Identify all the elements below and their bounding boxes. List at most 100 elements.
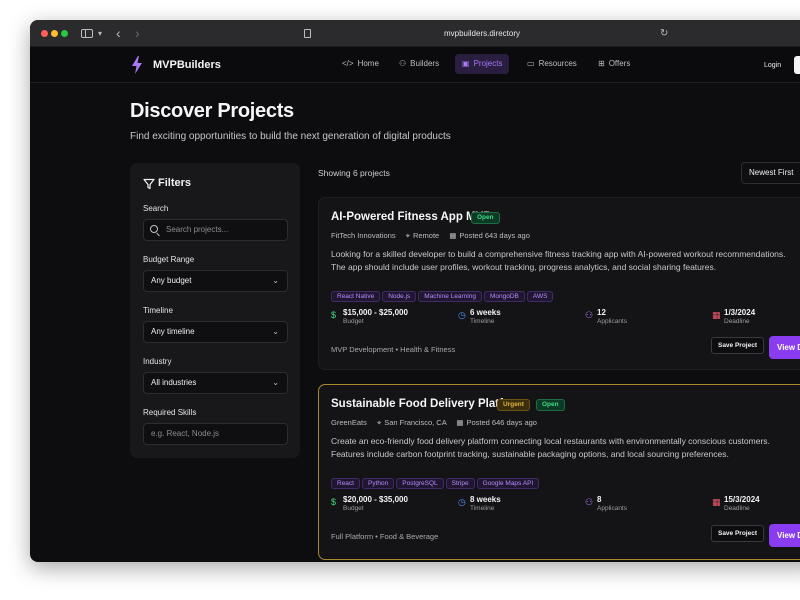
skill-tag: MongoDB [483, 291, 525, 302]
industry-label: Industry [143, 357, 172, 366]
users-icon: ⚇ [399, 59, 407, 68]
skill-tag: React Native [331, 291, 381, 302]
site-navbar: MVPBuilders </> Home ⚇ Builders ▣ Projects … [30, 47, 800, 83]
skill-tag: AWS [526, 291, 554, 302]
nav-offers[interactable]: ⊞ Offers [591, 54, 637, 74]
nav-projects-label: Projects [473, 59, 503, 68]
location: Remote [412, 231, 440, 240]
timeline-label: Timeline [470, 318, 495, 325]
posted-date: Posted 643 days ago [459, 231, 530, 240]
signup-button[interactable] [794, 56, 800, 74]
calendar-icon: ▦ [712, 310, 721, 320]
nav-projects[interactable]: ▣ Projects [455, 54, 510, 74]
project-description: Looking for a skilled developer to build… [331, 248, 800, 274]
results-count: Showing 6 projects [318, 168, 390, 178]
dollar-icon: $ [331, 310, 337, 320]
deadline-value: 1/3/2024 [724, 308, 756, 317]
budget-select[interactable]: Any budget ⌄ [143, 270, 288, 292]
skill-tag: Machine Learning [418, 291, 482, 302]
nav-resources-label: Resources [538, 59, 577, 68]
timeline-select[interactable]: Any timeline ⌄ [143, 321, 288, 343]
location-pin-icon: ⌖ [376, 418, 382, 427]
search-label: Search [143, 204, 169, 213]
code-icon: </> [342, 59, 354, 68]
nav-builders-label: Builders [410, 59, 440, 68]
browser-toolbar: ▾ ‹ › mvpbuilders.directory ↻ [30, 20, 800, 47]
close-window-button[interactable] [41, 30, 48, 37]
project-card[interactable]: AI-Powered Fitness App MVP Open FitTech … [318, 197, 800, 370]
budget-value: Any budget [151, 276, 192, 285]
project-meta: GreenEats ⌖ San Francisco, CA ▦ Posted 646… [331, 418, 537, 428]
search-placeholder: Search projects... [166, 225, 229, 234]
minimize-window-button[interactable] [51, 30, 58, 37]
sidebar-toggle-icon[interactable] [81, 29, 93, 38]
view-details-button[interactable]: View Details [769, 336, 800, 359]
page-title: Discover Projects [130, 100, 294, 122]
forward-arrow-icon[interactable]: › [135, 20, 140, 47]
calendar-icon: ▦ [456, 418, 464, 427]
filter-icon [143, 178, 155, 190]
skills-input[interactable]: e.g. React, Node.js [143, 423, 288, 445]
budget-value: $15,000 - $25,000 [343, 308, 408, 317]
chevron-down-icon: ⌄ [272, 276, 279, 285]
timeline-value: 6 weeks [470, 308, 501, 317]
save-project-button[interactable]: Save Project [711, 525, 764, 542]
project-title[interactable]: Sustainable Food Delivery Platform [331, 398, 525, 410]
nav-home[interactable]: </> Home [335, 54, 386, 74]
zoom-window-button[interactable] [61, 30, 68, 37]
nav-home-label: Home [357, 59, 379, 68]
lightning-logo-icon[interactable] [131, 56, 143, 74]
brand-name[interactable]: MVPBuilders [153, 47, 221, 84]
sort-value: Newest First [749, 168, 794, 177]
login-link[interactable]: Login [764, 47, 781, 84]
deadline-label: Deadline [724, 318, 750, 325]
sort-select[interactable]: Newest First [741, 162, 800, 184]
location-pin-icon: ⌖ [405, 231, 410, 240]
budget-label: Budget [343, 505, 364, 512]
project-meta: FitTech Innovations ⌖ Remote ▦ Posted 643 … [331, 231, 530, 241]
description-line: Looking for a skilled developer to build… [331, 249, 786, 259]
skill-tag: Python [361, 478, 395, 489]
nav-builders[interactable]: ⚇ Builders [392, 54, 446, 74]
calendar-icon: ▦ [712, 497, 721, 507]
budget-label: Budget [343, 318, 364, 325]
budget-value: $20,000 - $35,000 [343, 495, 408, 504]
address-bar[interactable]: mvpbuilders.directory ↻ [292, 20, 672, 47]
skill-tags: React Python PostgreSQL Stripe Google Maps A… [331, 472, 541, 490]
clock-icon: ◷ [458, 497, 466, 507]
project-card[interactable]: Sustainable Food Delivery Platform Urgen… [318, 384, 800, 560]
nav-resources[interactable]: ▭ Resources [520, 54, 584, 74]
users-icon: ⚇ [585, 497, 594, 507]
project-description: Create an eco-friendly food delivery pla… [331, 435, 800, 461]
timeline-value: Any timeline [151, 327, 195, 336]
project-category: Full Platform • Food & Beverage [331, 532, 439, 541]
location: San Francisco, CA [384, 418, 447, 427]
applicants-value: 8 [597, 495, 602, 504]
search-icon [150, 225, 158, 233]
urgent-badge: Urgent [497, 399, 530, 411]
back-arrow-icon[interactable]: ‹ [116, 20, 121, 47]
save-project-button[interactable]: Save Project [711, 337, 764, 354]
briefcase-icon: ▣ [462, 59, 470, 68]
skill-tag: Google Maps API [476, 478, 540, 489]
users-icon: ⚇ [585, 310, 594, 320]
view-details-button[interactable]: View Details [769, 524, 800, 547]
skill-tag: Stripe [445, 478, 475, 489]
industry-value: All industries [151, 378, 197, 387]
url-text: mvpbuilders.directory [443, 29, 521, 38]
status-badge: Open [536, 399, 565, 411]
calendar-icon: ▦ [449, 231, 457, 240]
chevron-down-icon[interactable]: ▾ [98, 20, 102, 47]
project-title[interactable]: AI-Powered Fitness App MVP [331, 211, 491, 223]
skill-tag: PostgreSQL [396, 478, 444, 489]
skill-tag: React [331, 478, 360, 489]
reload-icon[interactable]: ↻ [660, 20, 668, 47]
nav-offers-label: Offers [608, 59, 631, 68]
industry-select[interactable]: All industries ⌄ [143, 372, 288, 394]
chevron-down-icon: ⌄ [272, 378, 279, 387]
description-line: Features include carbon footprint tracki… [331, 449, 729, 459]
timeline-label: Timeline [143, 306, 173, 315]
project-category: MVP Development • Health & Fitness [331, 345, 456, 354]
skills-label: Required Skills [143, 408, 197, 417]
search-input[interactable]: Search projects... [143, 219, 288, 241]
